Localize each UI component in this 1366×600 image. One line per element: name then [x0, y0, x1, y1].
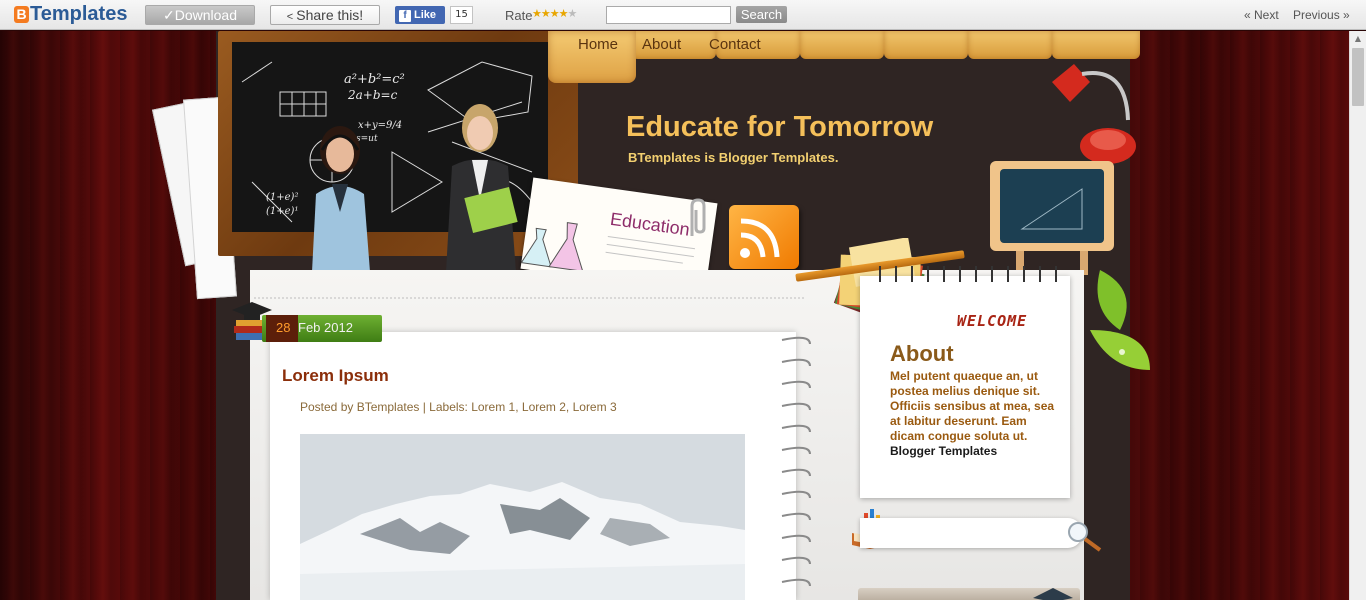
logo-b-icon: B	[14, 6, 29, 23]
spiral-binding-icon	[781, 336, 811, 587]
green-leaf-icon	[1090, 270, 1150, 370]
post-meta: Posted by BTemplates | Labels: Lorem 1, …	[300, 400, 617, 414]
about-body: Mel putent quaeque an, ut postea melius …	[890, 369, 1060, 459]
decorative-tab	[1052, 31, 1140, 59]
decorative-tab	[968, 31, 1052, 59]
magnifier-icon[interactable]	[1066, 520, 1104, 552]
fb-like-label: Like	[414, 9, 437, 21]
download-icon: ✓	[163, 7, 175, 23]
paperclip-icon	[690, 198, 706, 236]
about-text: Mel putent quaeque an, ut postea melius …	[890, 369, 1055, 443]
decorative-tabs	[548, 31, 1140, 59]
download-button[interactable]: ✓Download	[145, 5, 255, 25]
blog-title[interactable]: Educate for Tomorrow	[626, 111, 933, 144]
share-button[interactable]: < Share this!	[270, 5, 380, 25]
logo-text: Templates	[30, 3, 128, 25]
download-label: Download	[174, 7, 237, 23]
rating-stars[interactable]: ★★★★★	[532, 7, 578, 20]
desk-lamp-icon	[1052, 64, 1136, 164]
post-date-day: 28	[276, 320, 291, 335]
chalk-formula: a²+b²=c²	[344, 72, 405, 87]
about-title: About	[890, 341, 954, 366]
nav-about-link[interactable]: About	[642, 36, 681, 53]
nav-home-link[interactable]: Home	[578, 36, 618, 53]
scroll-up-arrow-icon[interactable]: ▲	[1350, 31, 1366, 47]
post-title[interactable]: Lorem Ipsum	[282, 366, 389, 386]
easel-board-icon	[990, 161, 1114, 275]
btemplates-logo[interactable]: B Templates	[14, 3, 127, 26]
ring-binding-icon	[879, 266, 1057, 282]
rss-waves-icon	[740, 218, 780, 258]
nav-contact-link[interactable]: Contact	[709, 36, 761, 53]
dotted-divider	[254, 297, 806, 299]
share-label: Share this!	[296, 7, 364, 23]
star-icon[interactable]: ★	[532, 7, 542, 20]
facebook-icon: f	[399, 10, 411, 22]
post-date-month: Feb 2012	[298, 320, 353, 335]
rate-label: Rate	[505, 8, 533, 23]
star-icon[interactable]: ★	[541, 7, 551, 20]
teacher-with-headset-image	[312, 126, 370, 272]
share-icon: <	[286, 11, 297, 23]
sidebar-search-widget[interactable]	[860, 518, 1082, 548]
facebook-like-button[interactable]: f Like	[395, 6, 445, 24]
decorative-tab	[800, 31, 884, 59]
welcome-label: WELCOME	[957, 312, 1028, 330]
scroll-thumb[interactable]	[1352, 48, 1364, 106]
decorative-tab	[884, 31, 968, 59]
blogger-templates-link[interactable]: Blogger Templates	[890, 444, 997, 458]
fb-like-count: 15	[450, 6, 473, 24]
vertical-scrollbar[interactable]: ▲	[1349, 31, 1366, 600]
previous-link[interactable]: Previous »	[1293, 8, 1350, 22]
teacher-with-folder-image	[446, 104, 518, 272]
blog-description: BTemplates is Blogger Templates.	[628, 150, 839, 165]
star-icon[interactable]: ★	[550, 7, 560, 20]
top-toolbar: B Templates ✓Download < Share this! f Lik…	[0, 0, 1366, 30]
star-icon[interactable]: ★	[559, 7, 569, 20]
search-input[interactable]	[606, 6, 731, 24]
post-image-snowy-mountain	[300, 434, 745, 600]
search-button[interactable]: Search	[736, 6, 787, 23]
rss-feed-icon[interactable]	[729, 205, 799, 269]
chalk-formula: 2a+b=c	[348, 88, 398, 102]
mountain-image	[300, 434, 745, 600]
next-link[interactable]: « Next	[1244, 8, 1279, 22]
graduation-cap-icon	[1033, 588, 1073, 600]
star-icon[interactable]: ★	[568, 7, 578, 20]
